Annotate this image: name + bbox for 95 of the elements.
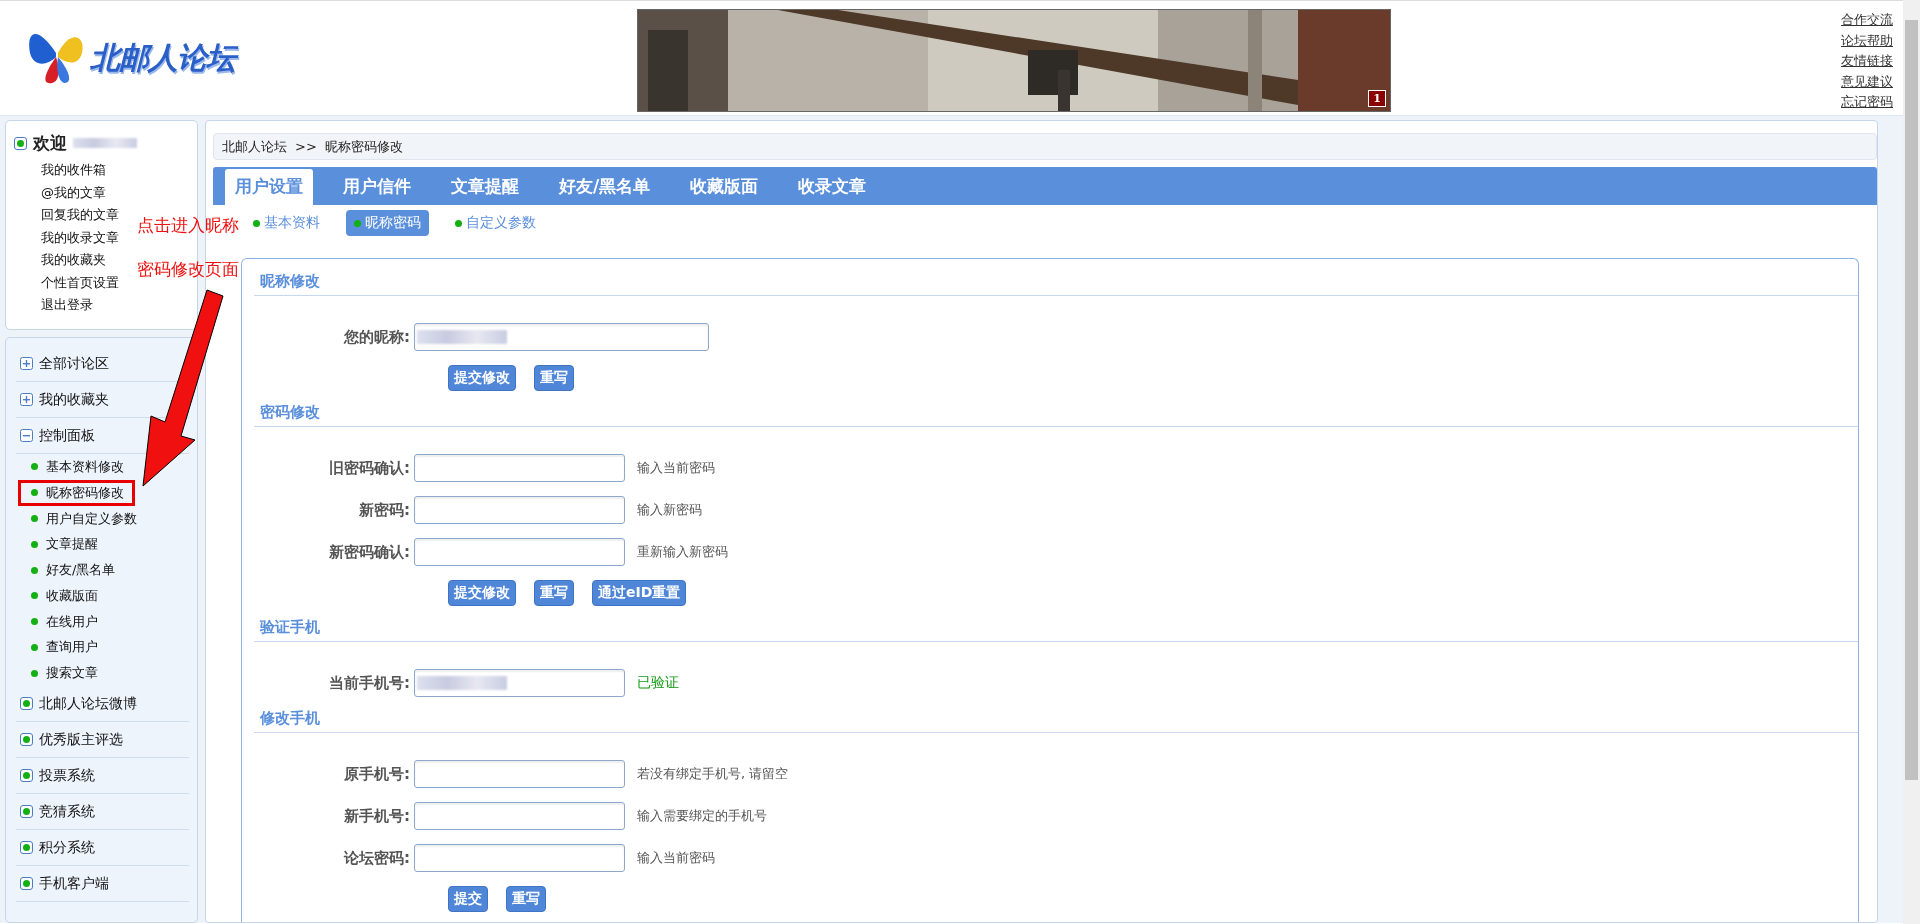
sidebar-item[interactable]: 好友/黑名单 bbox=[46, 561, 116, 580]
section-heading: 验证手机 bbox=[258, 617, 320, 637]
sidebar-item[interactable]: 用户自定义参数 bbox=[46, 509, 137, 528]
sidebar-item[interactable]: 查询用户 bbox=[46, 638, 98, 657]
input-field[interactable] bbox=[414, 760, 625, 788]
bullet-icon bbox=[20, 805, 33, 819]
sidebar-item[interactable]: 基本资料修改 bbox=[46, 457, 124, 476]
bullet-icon bbox=[31, 618, 38, 626]
header-link[interactable]: 合作交流 bbox=[1841, 10, 1893, 31]
sidebar-link[interactable]: 我的收录文章 bbox=[41, 226, 119, 249]
form-button[interactable]: 提交 bbox=[448, 886, 488, 912]
blurred-username bbox=[73, 138, 137, 148]
bullet-icon bbox=[20, 697, 33, 711]
sidebar-item[interactable]: 收藏版面 bbox=[46, 586, 98, 605]
field-hint: 若没有绑定手机号, 请留空 bbox=[637, 765, 789, 783]
section-heading: 修改手机 bbox=[258, 708, 320, 728]
bullet-icon bbox=[20, 877, 33, 891]
input-field[interactable] bbox=[414, 844, 625, 872]
bullet-icon bbox=[14, 136, 27, 150]
sidebar-group[interactable]: 优秀版主评选 bbox=[39, 730, 123, 749]
bullet-icon bbox=[20, 769, 33, 783]
field-label: 原手机号: bbox=[343, 764, 411, 784]
bullet-icon bbox=[31, 644, 38, 651]
section-heading: 密码修改 bbox=[259, 402, 320, 422]
bullet-icon bbox=[31, 540, 38, 548]
header-link[interactable]: 友情链接 bbox=[1841, 51, 1893, 72]
sidebar-link[interactable]: 我的收件箱 bbox=[41, 159, 106, 182]
expand-icon[interactable] bbox=[20, 393, 33, 406]
breadcrumb-item[interactable]: 北邮人论坛 bbox=[222, 137, 287, 156]
field-label: 新手机号: bbox=[343, 806, 411, 826]
input-field[interactable] bbox=[414, 323, 709, 351]
bullet-icon bbox=[253, 219, 260, 227]
sidebar-link[interactable]: 我的收藏夹 bbox=[41, 249, 106, 272]
bullet-icon bbox=[31, 669, 38, 677]
sidebar-item[interactable]: 文章提醒 bbox=[46, 535, 98, 554]
sidebar-link[interactable]: 回复我的文章 bbox=[41, 204, 119, 227]
bullet-icon bbox=[31, 489, 38, 497]
bullet-icon bbox=[354, 219, 361, 227]
field-label: 您的昵称: bbox=[342, 327, 411, 347]
welcome-text: 欢迎 bbox=[33, 131, 67, 155]
field-hint: 重新输入新密码 bbox=[637, 543, 728, 561]
bullet-icon bbox=[455, 219, 462, 227]
form-button[interactable]: 重写 bbox=[506, 886, 546, 912]
form-button[interactable]: 重写 bbox=[534, 580, 574, 606]
form-button[interactable]: 通过eID重置 bbox=[592, 580, 687, 606]
sidebar-group[interactable]: 竞猜系统 bbox=[39, 802, 95, 821]
input-field[interactable] bbox=[414, 454, 625, 482]
breadcrumb-item: >> bbox=[295, 139, 317, 154]
annotation-text: 点击进入昵称 bbox=[137, 214, 239, 236]
collapse-icon[interactable] bbox=[20, 429, 33, 442]
section-heading: 昵称修改 bbox=[259, 271, 320, 291]
verified-status: 已验证 bbox=[637, 674, 679, 692]
sidebar-group[interactable]: 投票系统 bbox=[39, 766, 95, 785]
header-link[interactable]: 忘记密码 bbox=[1841, 92, 1893, 113]
form-button[interactable]: 重写 bbox=[534, 365, 574, 391]
sidebar-link[interactable]: 个性首页设置 bbox=[41, 271, 119, 294]
input-field[interactable] bbox=[414, 669, 625, 697]
sidebar-item[interactable]: 搜索文章 bbox=[46, 664, 98, 683]
field-label: 当前手机号: bbox=[328, 673, 411, 693]
sidebar-group[interactable]: 全部讨论区 bbox=[39, 354, 109, 373]
bullet-icon bbox=[31, 463, 38, 471]
form-button[interactable]: 提交修改 bbox=[448, 580, 516, 606]
field-label: 旧密码确认: bbox=[328, 458, 411, 478]
bullet-icon bbox=[20, 841, 33, 855]
field-label: 论坛密码: bbox=[342, 848, 411, 868]
annotation-text: 密码修改页面 bbox=[137, 258, 239, 280]
breadcrumb-item[interactable]: 昵称密码修改 bbox=[324, 137, 403, 156]
expand-icon[interactable] bbox=[20, 357, 33, 370]
field-label: 新密码确认: bbox=[328, 542, 411, 562]
input-field[interactable] bbox=[414, 538, 625, 566]
sidebar-link[interactable]: @我的文章 bbox=[41, 181, 106, 204]
sidebar-link[interactable]: 退出登录 bbox=[41, 294, 93, 317]
field-hint: 输入当前密码 bbox=[637, 849, 715, 867]
scrollbar[interactable] bbox=[1903, 0, 1920, 924]
sidebar-item[interactable]: 在线用户 bbox=[46, 612, 98, 631]
bullet-icon bbox=[31, 592, 38, 600]
field-hint: 输入需要绑定的手机号 bbox=[637, 807, 767, 825]
field-hint: 输入当前密码 bbox=[637, 459, 715, 477]
sidebar-group[interactable]: 我的收藏夹 bbox=[39, 390, 109, 409]
bullet-icon bbox=[31, 566, 38, 574]
header-link[interactable]: 意见建议 bbox=[1841, 71, 1893, 92]
header-link[interactable]: 论坛帮助 bbox=[1841, 30, 1893, 51]
sidebar-item[interactable]: 昵称密码修改 bbox=[46, 483, 124, 502]
input-field[interactable] bbox=[414, 802, 625, 830]
form-button[interactable]: 提交修改 bbox=[448, 365, 516, 391]
field-hint: 输入新密码 bbox=[637, 501, 702, 519]
bullet-icon bbox=[20, 733, 33, 747]
bullet-icon bbox=[31, 515, 38, 522]
sidebar-group[interactable]: 控制面板 bbox=[39, 426, 95, 445]
field-label: 新密码: bbox=[358, 500, 411, 520]
sidebar-group[interactable]: 积分系统 bbox=[39, 838, 95, 857]
sidebar-group[interactable]: 北邮人论坛微博 bbox=[39, 694, 137, 713]
page-badge[interactable]: 1 bbox=[1368, 90, 1386, 107]
input-field[interactable] bbox=[414, 496, 625, 524]
sidebar-group[interactable]: 手机客户端 bbox=[39, 874, 109, 893]
